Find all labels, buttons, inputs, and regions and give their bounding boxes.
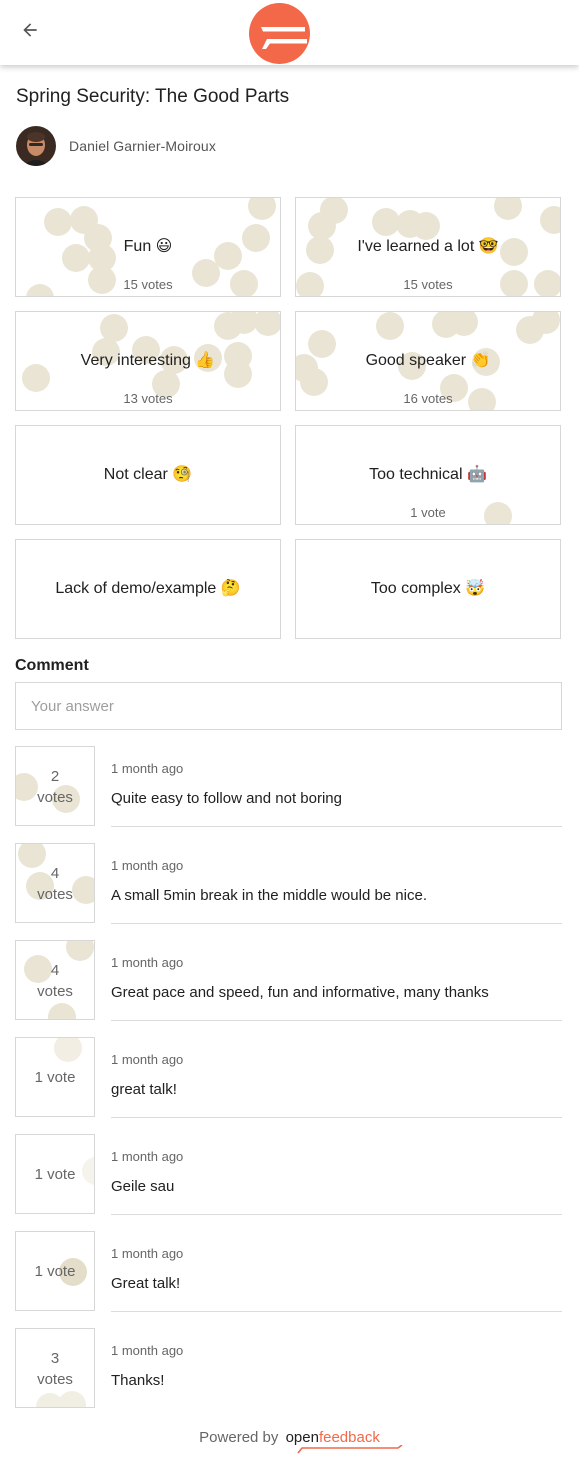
vote-bubbles: [36, 1391, 86, 1407]
vote-count: 15 votes: [403, 277, 453, 292]
comment-text: A small 5min break in the middle would b…: [111, 887, 427, 904]
brand-underline-icon: [296, 1445, 403, 1454]
vote-label: Very interesting 👍: [80, 352, 216, 369]
arrow-left-icon: [23, 23, 37, 37]
vote-label: Not clear 🧐: [103, 466, 193, 483]
vote-bubbles: [16, 773, 80, 813]
vote-label: Fun 😃: [123, 238, 173, 255]
comment-date: 1 month ago: [111, 1052, 184, 1067]
divider: [111, 923, 562, 924]
comment-vote-count: 3: [50, 1350, 60, 1367]
comment-vote-button[interactable]: 4 votes: [15, 940, 95, 1020]
vote-count: 15 votes: [123, 277, 173, 292]
brand-feedback: feedback: [318, 1429, 380, 1446]
comment-text: Great pace and speed, fun and informativ…: [111, 984, 489, 1001]
vote-label: Too technical 🤖: [369, 466, 487, 483]
speaker-avatar: [16, 126, 56, 166]
comment-vote-button[interactable]: 2 votes: [15, 746, 95, 826]
comment-item: 1 vote 1 month ago great talk!: [15, 1037, 562, 1118]
vote-count: 13 votes: [123, 391, 173, 406]
vote-bubbles: [24, 941, 94, 1019]
footer: Powered by openfeedback: [0, 1429, 579, 1454]
comment-date: 1 month ago: [111, 858, 184, 873]
vote-count: 1 vote: [410, 505, 446, 520]
comment-vote-count: 2: [50, 768, 60, 785]
comment-date: 1 month ago: [111, 1149, 184, 1164]
vote-label: Good speaker 👏: [365, 352, 491, 369]
comment-vote-unit: votes: [37, 789, 73, 806]
comment-item: 4 votes 1 month ago A small 5min break i…: [15, 843, 562, 924]
comment-input[interactable]: [15, 682, 562, 730]
vote-card-too-technical[interactable]: Too technical 🤖 1 vote: [295, 425, 561, 525]
comment-item: 1 vote 1 month ago Great talk!: [15, 1231, 562, 1312]
vote-card-not-clear[interactable]: Not clear 🧐: [15, 425, 281, 525]
comment-vote-button[interactable]: 1 vote: [15, 1037, 95, 1117]
comment-vote-count: 4: [50, 962, 60, 979]
vote-card-too-complex[interactable]: Too complex 🤯: [295, 539, 561, 639]
vote-card-good-speaker[interactable]: Good speaker 👏 16 votes: [295, 311, 561, 411]
comment-vote-count: 1 vote: [34, 1166, 76, 1183]
comment-vote-unit: votes: [37, 1371, 73, 1388]
vote-card-fun[interactable]: Fun 😃 15 votes: [15, 197, 281, 297]
comment-date: 1 month ago: [111, 1246, 184, 1261]
vote-bubbles: [18, 844, 94, 904]
divider: [111, 1214, 562, 1215]
comment-vote-button[interactable]: 1 vote: [15, 1231, 95, 1311]
comment-text: Thanks!: [111, 1372, 165, 1389]
comment-date: 1 month ago: [111, 761, 184, 776]
comment-text: Geile sau: [111, 1178, 175, 1195]
openfeedback-link[interactable]: openfeedback: [285, 1429, 403, 1454]
comment-vote-button[interactable]: 1 vote: [15, 1134, 95, 1214]
comment-vote-unit: votes: [37, 886, 73, 903]
brand-open: open: [285, 1429, 319, 1446]
divider: [111, 1117, 562, 1118]
comment-vote-count: 1 vote: [34, 1263, 76, 1280]
comment-vote-unit: votes: [37, 983, 73, 1000]
divider: [111, 1020, 562, 1021]
speaker-name: Daniel Garnier-Moiroux: [69, 138, 216, 154]
comment-vote-button[interactable]: 3 votes: [15, 1328, 95, 1408]
comment-text: Great talk!: [111, 1275, 181, 1292]
app-bar: [0, 0, 579, 65]
comment-item: 3 votes 1 month ago Thanks!: [15, 1328, 562, 1409]
vote-label: Too complex 🤯: [370, 580, 486, 597]
openfeedback-logo-icon: [249, 3, 310, 64]
comment-item: 2 votes 1 month ago Quite easy to follow…: [15, 746, 562, 827]
vote-label: Lack of demo/example 🤔: [55, 580, 241, 597]
divider: [111, 826, 562, 827]
comment-vote-count: 1 vote: [34, 1069, 76, 1086]
vote-card-interesting[interactable]: Very interesting 👍 13 votes: [15, 311, 281, 411]
vote-count: 16 votes: [403, 391, 453, 406]
talk-title: Spring Security: The Good Parts: [16, 86, 290, 107]
vote-card-learned[interactable]: I've learned a lot 🤓 15 votes: [295, 197, 561, 297]
comment-item: 4 votes 1 month ago Great pace and speed…: [15, 940, 562, 1021]
comment-heading: Comment: [15, 657, 89, 674]
comment-date: 1 month ago: [111, 955, 184, 970]
vote-label: I've learned a lot 🤓: [357, 238, 499, 255]
comment-text: Quite easy to follow and not boring: [111, 790, 342, 807]
vote-card-lack-of-demo[interactable]: Lack of demo/example 🤔: [15, 539, 281, 639]
back-button[interactable]: [14, 14, 46, 46]
comment-text: great talk!: [111, 1081, 177, 1098]
comment-vote-count: 4: [50, 865, 60, 882]
comment-item: 1 vote 1 month ago Geile sau: [15, 1134, 562, 1215]
divider: [111, 1311, 562, 1312]
comment-date: 1 month ago: [111, 1343, 184, 1358]
comment-vote-button[interactable]: 4 votes: [15, 843, 95, 923]
powered-by-label: Powered by: [199, 1429, 279, 1446]
